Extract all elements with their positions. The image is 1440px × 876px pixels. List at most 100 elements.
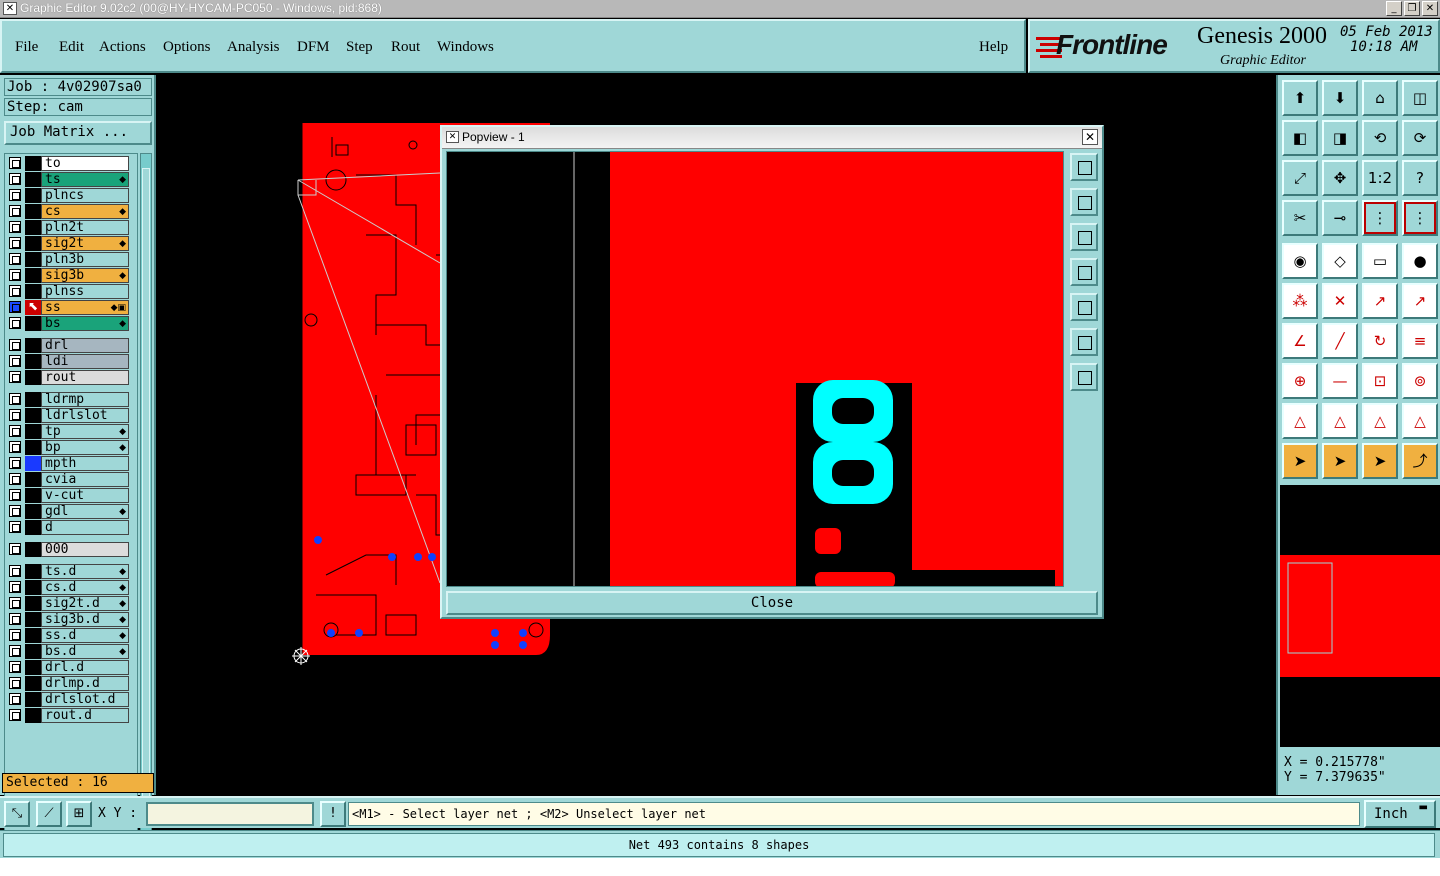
layer-name[interactable]: ss.d [41, 628, 129, 643]
layer-row[interactable]: ldi [7, 354, 129, 369]
layer-checkbox[interactable] [9, 693, 21, 705]
layer-checkbox[interactable] [9, 489, 21, 501]
layer-checkbox[interactable] [9, 157, 21, 169]
triangle-tool-2-icon[interactable]: △ [1322, 403, 1358, 439]
circle-tool-icon[interactable]: ● [1402, 243, 1438, 279]
layer-display-slot[interactable] [25, 596, 41, 611]
arc-tool-icon[interactable]: ↗ [1402, 283, 1438, 319]
angle-tool-icon[interactable]: ∠ [1282, 323, 1318, 359]
layer-row[interactable]: d [7, 520, 129, 535]
help-icon[interactable]: ? [1402, 160, 1438, 196]
layer-checkbox[interactable] [9, 457, 21, 469]
layer-row[interactable]: bs.d ◆ [7, 644, 129, 659]
pan-center-icon[interactable]: ✥ [1322, 160, 1358, 196]
route-icon[interactable]: ⤴ [1402, 443, 1438, 479]
layer-name[interactable]: ldrmp [41, 392, 129, 407]
menu-dfm[interactable]: DFM [297, 39, 330, 56]
menu-options[interactable]: Options [163, 39, 211, 56]
layer-display-slot[interactable] [25, 456, 41, 471]
net-highlight-icon[interactable]: ⋮ [1402, 200, 1438, 236]
layer-row[interactable]: mpth [7, 456, 129, 471]
line-tool-icon[interactable]: ↗ [1362, 283, 1398, 319]
rotate-icon[interactable]: ↻ [1362, 323, 1398, 359]
layer-display-slot[interactable] [25, 440, 41, 455]
layer-name[interactable]: cs [41, 204, 129, 219]
zoom-out-icon[interactable]: ⬇ [1322, 80, 1358, 116]
layer-name[interactable]: sig3b.d [41, 612, 129, 627]
layer-row[interactable]: to [7, 156, 129, 171]
zoom-fit-icon[interactable]: ⤢ [1282, 160, 1318, 196]
layer-checkbox[interactable] [9, 371, 21, 383]
layer-name[interactable]: tp [41, 424, 129, 439]
layer-row[interactable]: ts.d ◆ [7, 564, 129, 579]
layer-name[interactable]: ts.d [41, 564, 129, 579]
triangle-tool-1-icon[interactable]: △ [1282, 403, 1318, 439]
undo-view-icon[interactable]: ⟲ [1362, 120, 1398, 156]
layer-row[interactable]: ⬉ ss ◆▣ [7, 299, 129, 315]
layer-checkbox[interactable] [9, 425, 21, 437]
layer-row[interactable]: ldrlslot [7, 408, 129, 423]
layer-display-slot[interactable] [25, 408, 41, 423]
layer-row[interactable]: sig2t.d ◆ [7, 596, 129, 611]
popview-pan-down-icon[interactable] [1070, 223, 1098, 251]
layer-display-slot[interactable] [25, 338, 41, 353]
layer-name[interactable]: cvia [41, 472, 129, 487]
layer-name[interactable]: pln3b [41, 252, 129, 267]
layer-row[interactable]: drlmp.d [7, 676, 129, 691]
layer-checkbox[interactable] [9, 629, 21, 641]
layer-display-slot[interactable] [25, 504, 41, 519]
layer-checkbox[interactable] [9, 521, 21, 533]
layer-row[interactable]: plnss [7, 284, 129, 299]
popview-close-button[interactable]: Close [446, 591, 1098, 615]
layer-name[interactable]: cs.d [41, 580, 129, 595]
layer-name[interactable]: v-cut [41, 488, 129, 503]
layer-name[interactable]: ts [41, 172, 129, 187]
layer-checkbox[interactable] [9, 581, 21, 593]
layer-list-scrollbar[interactable] [140, 153, 152, 843]
layer-display-slot[interactable] [25, 472, 41, 487]
layer-name[interactable]: drl [41, 338, 129, 353]
layer-row[interactable]: sig2t ◆ [7, 236, 129, 251]
menu-step[interactable]: Step [346, 39, 373, 56]
layer-row[interactable]: cs.d ◆ [7, 580, 129, 595]
popview-zoom-fit-icon[interactable] [1070, 363, 1098, 391]
home-icon[interactable]: ⌂ [1362, 80, 1398, 116]
layer-checkbox[interactable] [9, 237, 21, 249]
overview-map[interactable] [1280, 485, 1440, 747]
layer-row[interactable]: ss.d ◆ [7, 628, 129, 643]
layer-name[interactable]: sig2t [41, 236, 129, 251]
layer-display-slot[interactable] [25, 370, 41, 385]
layer-display-slot[interactable] [25, 520, 41, 535]
draw-line-icon[interactable]: ╱ [1322, 323, 1358, 359]
layer-checkbox[interactable] [9, 269, 21, 281]
layer-name[interactable]: pln2t [41, 220, 129, 235]
layer-display-slot[interactable] [25, 268, 41, 283]
info-icon[interactable]: ! [320, 801, 346, 827]
pan-right-icon[interactable]: ◨ [1322, 120, 1358, 156]
multi-shape-icon[interactable]: ⊚ [1402, 363, 1438, 399]
layer-display-slot[interactable] [25, 284, 41, 299]
layer-display-slot[interactable] [25, 542, 41, 557]
layer-checkbox[interactable] [9, 677, 21, 689]
layer-display-slot[interactable] [25, 644, 41, 659]
layer-checkbox[interactable] [9, 189, 21, 201]
net-probe-icon[interactable]: ⊸ [1322, 200, 1358, 236]
grid-icon[interactable]: ⊞ [66, 801, 92, 827]
minimize-button[interactable]: _ [1386, 1, 1402, 16]
select-net-icon[interactable]: ➤ [1362, 443, 1398, 479]
popview-zoom-home-icon[interactable] [1070, 328, 1098, 356]
layer-name[interactable]: drl.d [41, 660, 129, 675]
layer-checkbox[interactable] [9, 301, 21, 313]
layer-name[interactable]: sig2t.d [41, 596, 129, 611]
layer-row[interactable]: v-cut [7, 488, 129, 503]
menu-file[interactable]: File [15, 39, 38, 56]
layer-row[interactable]: rout [7, 370, 129, 385]
layer-checkbox[interactable] [9, 393, 21, 405]
align-icon[interactable]: ≡ [1402, 323, 1438, 359]
popview-zoom-view[interactable] [446, 151, 1064, 587]
popview-pan-right-icon[interactable] [1070, 293, 1098, 321]
triangle-tool-4-icon[interactable]: △ [1402, 403, 1438, 439]
layer-display-slot[interactable] [25, 676, 41, 691]
layer-display-slot[interactable] [25, 488, 41, 503]
layer-display-slot[interactable] [25, 424, 41, 439]
